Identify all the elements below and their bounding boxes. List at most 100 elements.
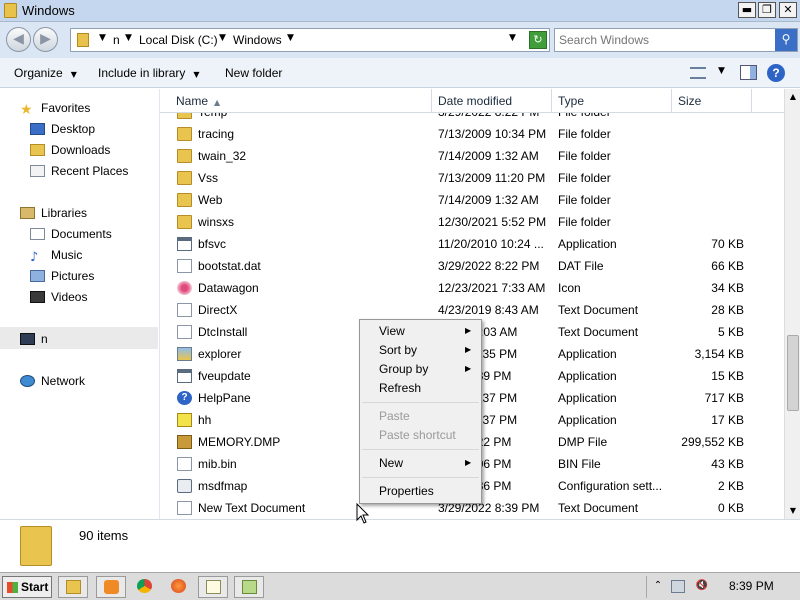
file-size: 28 KB [711,303,744,317]
column-header-date-modified[interactable]: Date modified [432,89,552,113]
network-tray-icon[interactable] [671,580,685,593]
column-header-size[interactable]: Size [672,89,752,113]
taskbar-app[interactable] [234,576,264,598]
scroll-down-arrow[interactable]: ▼ [785,503,800,519]
scroll-up-arrow[interactable]: ▲ [785,89,800,105]
include-in-library-label: Include in library [98,66,186,80]
taskbar-media-player[interactable] [96,576,126,598]
menu-item-refresh[interactable]: Refresh [379,379,421,397]
file-type: File folder [558,127,611,141]
views-icon[interactable] [690,67,706,79]
maximize-button[interactable]: ❐ [758,2,776,18]
hh-icon [177,413,192,427]
file-date-modified: 7/13/2009 11:20 PM [438,171,546,185]
windows-logo-icon [7,582,18,593]
nav-libraries[interactable]: Libraries [20,204,87,222]
title-bar[interactable]: Windows ▬ ❐ ✕ [0,0,800,22]
help-icon[interactable]: ? [767,64,785,82]
videos-icon [30,291,45,303]
close-button[interactable]: ✕ [779,2,797,18]
file-name: Datawagon [198,281,259,295]
libraries-icon [20,207,35,219]
minimize-button[interactable]: ▬ [738,2,756,18]
nav-computer[interactable]: n [20,330,48,348]
doc-icon [177,501,192,515]
forward-button[interactable]: ▶ [33,27,58,52]
search-input[interactable] [559,32,769,48]
show-hidden-icons-icon[interactable]: ⌃ [651,580,665,593]
scrollbar-thumb[interactable] [787,335,799,411]
window-title: Windows [22,3,75,18]
table-row[interactable]: bfsvc 11/20/2010 10:24 ... Application 70 K… [160,233,784,255]
file-date-modified: 4/23/2019 8:43 AM [438,303,539,317]
address-field[interactable]: ▼ n ▼ Local Disk (C:) ▼ Windows ▼ ▼ ↻ [70,28,550,52]
include-in-library-button[interactable]: Include in library ▼ [98,66,200,80]
organize-button[interactable]: Organize ▼ [14,66,77,80]
file-name: HelpPane [198,391,251,405]
menu-item-paste: Paste [379,409,410,423]
breadcrumb-local-disk[interactable]: Local Disk (C:) [139,33,218,47]
file-size: 2 KB [717,479,744,493]
taskbar-notepad[interactable] [198,576,228,598]
nav-documents[interactable]: Documents [30,225,112,243]
file-name: explorer [198,347,242,361]
table-row[interactable]: tracing 7/13/2009 10:34 PM File folder [160,123,784,145]
nav-favorites[interactable]: ★ Favorites [20,99,91,118]
desktop-icon [30,123,45,135]
breadcrumb-windows[interactable]: Windows [233,33,282,47]
start-button[interactable]: Start [2,576,52,598]
chevron-down-icon[interactable]: ▼ [287,33,294,43]
volume-muted-icon[interactable]: 🔇 [695,580,709,593]
chevron-down-icon[interactable]: ▼ [219,33,226,43]
nav-favorites-label: Favorites [41,101,91,115]
file-size: 0 KB [717,501,744,515]
table-row[interactable]: Datawagon 12/23/2021 7:33 AM Icon 34 KB [160,277,784,299]
table-row[interactable]: winsxs 12/30/2021 5:52 PM File folder [160,211,784,233]
table-row[interactable]: twain_32 7/14/2009 1:32 AM File folder [160,145,784,167]
chevron-down-icon[interactable]: ▼ [125,33,132,43]
command-bar: Organize ▼ Include in library ▼ New folder… [0,58,800,88]
table-row[interactable]: bootstat.dat 3/29/2022 8:22 PM DAT File 66 … [160,255,784,277]
nav-downloads[interactable]: Downloads [30,141,110,159]
nav-downloads-label: Downloads [51,143,111,157]
back-button[interactable]: ◀ [6,27,31,52]
address-history-dropdown[interactable]: ▼ [509,33,516,43]
nav-music[interactable]: ♪ Music [30,246,82,265]
file-size: 17 KB [711,413,744,427]
nav-desktop[interactable]: Desktop [30,120,95,138]
taskbar-explorer[interactable] [58,576,88,598]
nav-network[interactable]: Network [20,372,85,390]
file-size: 15 KB [711,369,744,383]
search-icon[interactable]: ⚲ [775,29,797,51]
menu-item-view[interactable]: View [379,322,405,340]
menu-item-sort-by[interactable]: Sort by [379,341,417,359]
menu-item-new[interactable]: New [379,454,403,472]
menu-separator [362,402,479,403]
chevron-down-icon[interactable]: ▼ [718,66,725,76]
preview-pane-icon[interactable] [740,65,757,80]
nav-pictures[interactable]: Pictures [30,267,94,285]
file-size: 299,552 KB [681,435,744,449]
taskbar-firefox[interactable] [164,576,194,598]
column-header-name[interactable]: Name ▲ [170,89,432,113]
nav-recent-places[interactable]: Recent Places [30,162,128,180]
app-icon [177,237,192,251]
column-header-type[interactable]: Type [552,89,672,113]
nav-pictures-label: Pictures [51,269,95,283]
taskbar-chrome[interactable] [130,576,160,598]
search-box[interactable]: ⚲ [554,28,798,52]
icon-icon [177,281,192,295]
table-row[interactable]: DirectX 4/23/2019 8:43 AM Text Document 28 … [160,299,784,321]
menu-item-properties[interactable]: Properties [379,482,434,500]
new-folder-button[interactable]: New folder [225,66,282,80]
clock[interactable]: 8:39 PM [729,579,774,593]
refresh-button[interactable]: ↻ [529,31,547,49]
table-row[interactable]: Web 7/14/2009 1:32 AM File folder [160,189,784,211]
folder-icon [177,149,192,163]
menu-item-group-by[interactable]: Group by [379,360,428,378]
vertical-scrollbar[interactable]: ▲ ▼ [784,89,800,519]
table-row[interactable]: Vss 7/13/2009 11:20 PM File folder [160,167,784,189]
chevron-down-icon[interactable]: ▼ [99,33,106,43]
breadcrumb-computer[interactable]: n [113,33,120,47]
nav-videos[interactable]: Videos [30,288,87,306]
